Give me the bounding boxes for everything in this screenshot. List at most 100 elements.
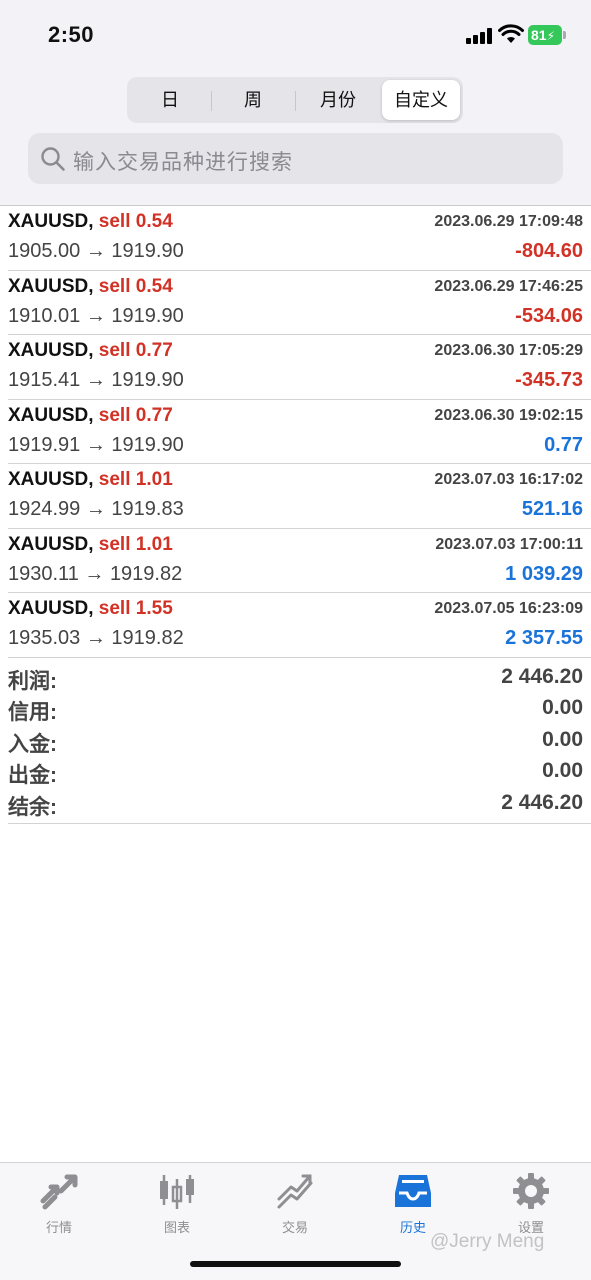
tab-trade[interactable]: 交易 (236, 1171, 354, 1241)
trade-time: 2023.07.05 16:23:09 (434, 600, 583, 617)
gear-icon (513, 1173, 549, 1209)
trade-profit: -534.06 (515, 304, 583, 327)
trade-side: sell (98, 469, 131, 490)
summary-withdrawal: 出金: 0.00 (8, 756, 591, 787)
trade-symbol: XAUUSD, (8, 469, 94, 490)
summary-profit: 利润: 2 446.20 (8, 662, 591, 693)
trade-symbol: XAUUSD, (8, 340, 94, 361)
search-placeholder: 输入交易品种进行搜索 (73, 151, 293, 174)
battery-tip (563, 31, 566, 39)
status-bar: 2:50 81⚡ (0, 0, 591, 70)
trade-title: XAUUSD, sell 0.54 (8, 211, 173, 233)
trade-volume: 1.01 (135, 469, 173, 490)
trade-title: XAUUSD, sell 1.01 (8, 534, 173, 556)
arrow-icon: → (85, 627, 106, 649)
trade-profit: 1 039.29 (505, 562, 583, 585)
trade-side: sell (98, 598, 131, 619)
arrow-icon: → (85, 369, 106, 391)
status-time: 2:50 (48, 22, 95, 47)
trade-row[interactable]: XAUUSD, sell 0.54 2023.06.29 17:46:25 19… (8, 271, 591, 335)
tab-day[interactable]: 日 (130, 80, 210, 120)
trade-title: XAUUSD, sell 0.77 (8, 405, 173, 427)
home-indicator[interactable] (190, 1261, 401, 1267)
quotes-icon (40, 1174, 78, 1210)
trade-prices: 1935.03 → 1919.82 (8, 627, 184, 650)
trade-row[interactable]: XAUUSD, sell 1.55 2023.07.05 16:23:09 19… (8, 593, 591, 658)
tab-week[interactable]: 周 (212, 80, 294, 120)
summary-label: 结余: (8, 795, 57, 819)
trade-time: 2023.07.03 16:17:02 (434, 471, 583, 488)
open-price: 1905.00 (8, 240, 81, 262)
tab-month[interactable]: 月份 (296, 80, 380, 120)
account-summary: 利润: 2 446.20 信用: 0.00 入金: 0.00 出金: 0.00 … (8, 662, 591, 824)
open-price: 1919.91 (8, 433, 81, 456)
trade-row[interactable]: XAUUSD, sell 0.77 2023.06.30 17:05:29 19… (8, 335, 591, 400)
trade-title: XAUUSD, sell 0.77 (8, 340, 173, 362)
search-icon (41, 147, 65, 171)
trade-row[interactable]: XAUUSD, sell 1.01 2023.07.03 17:00:11 19… (8, 529, 591, 593)
search-input[interactable]: 输入交易品种进行搜索 (28, 133, 563, 184)
open-price: 1930.11 (8, 562, 79, 585)
summary-label: 利润: (8, 670, 57, 693)
trade-prices: 1924.99 → 1919.83 (8, 498, 184, 521)
battery-icon: 81⚡ (528, 25, 562, 45)
summary-balance: 结余: 2 446.20 (8, 788, 591, 819)
trade-prices: 1915.41 → 1919.90 (8, 369, 184, 392)
close-price: 1919.82 (109, 562, 183, 585)
arrow-icon: → (85, 498, 106, 520)
tab-chart[interactable]: 图表 (118, 1171, 236, 1241)
close-price: 1919.83 (111, 498, 184, 520)
summary-deposit: 入金: 0.00 (8, 725, 591, 756)
trade-side: sell (98, 211, 131, 232)
trade-icon (277, 1174, 313, 1209)
close-price: 1919.90 (111, 304, 184, 327)
summary-value: 2 446.20 (501, 790, 583, 814)
trade-time: 2023.06.30 19:02:15 (434, 406, 583, 424)
summary-value: 0.00 (542, 727, 583, 751)
trade-symbol: XAUUSD, (8, 533, 94, 555)
trade-title: XAUUSD, sell 0.54 (8, 276, 173, 298)
summary-value: 0.00 (542, 759, 583, 783)
trade-volume: 0.77 (135, 404, 173, 426)
summary-value: 2 446.20 (501, 665, 583, 688)
trade-row[interactable]: XAUUSD, sell 0.54 2023.06.29 17:09:48 19… (8, 206, 591, 271)
arrow-icon: → (85, 304, 106, 327)
trade-symbol: XAUUSD, (8, 211, 94, 232)
trade-profit: 2 357.55 (505, 627, 583, 649)
chart-icon (160, 1175, 194, 1209)
trade-time: 2023.07.03 17:00:11 (435, 535, 583, 553)
arrow-icon: → (84, 562, 105, 585)
trade-prices: 1905.00 → 1919.90 (8, 240, 184, 263)
close-price: 1919.82 (111, 627, 184, 649)
trade-time: 2023.06.29 17:46:25 (434, 277, 583, 295)
trade-profit: 0.77 (544, 433, 583, 456)
trade-symbol: XAUUSD, (8, 275, 94, 297)
trade-volume: 1.55 (135, 598, 173, 619)
summary-value: 0.00 (542, 696, 583, 720)
tab-custom[interactable]: 自定义 (382, 80, 460, 120)
arrow-icon: → (85, 240, 106, 262)
trade-row[interactable]: XAUUSD, sell 1.01 2023.07.03 16:17:02 19… (8, 464, 591, 529)
arrow-icon: → (85, 433, 106, 456)
wifi-icon (498, 24, 524, 43)
summary-credit: 信用: 0.00 (8, 693, 591, 724)
trade-row[interactable]: XAUUSD, sell 0.77 2023.06.30 19:02:15 19… (8, 400, 591, 464)
summary-label: 信用: (8, 701, 57, 725)
summary-label: 出金: (8, 764, 57, 788)
tab-quotes[interactable]: 行情 (0, 1171, 118, 1241)
trade-side: sell (98, 533, 131, 555)
header: 日 周 月份 自定义 输入交易品种进行搜索 (0, 70, 591, 206)
period-segmented-control: 日 周 月份 自定义 (127, 77, 463, 123)
close-price: 1919.90 (111, 240, 184, 262)
summary-label: 入金: (8, 732, 57, 756)
watermark: @Jerry Meng (430, 1231, 545, 1252)
trade-time: 2023.06.29 17:09:48 (434, 213, 583, 230)
tab-label: 图表 (163, 1220, 190, 1235)
trade-profit: -804.60 (515, 240, 583, 262)
trade-volume: 0.54 (135, 211, 173, 232)
trade-volume: 1.01 (135, 533, 173, 555)
trade-title: XAUUSD, sell 1.55 (8, 598, 173, 620)
open-price: 1935.03 (8, 627, 81, 649)
trade-time: 2023.06.30 17:05:29 (434, 342, 583, 359)
battery-level: 81 (531, 27, 547, 43)
